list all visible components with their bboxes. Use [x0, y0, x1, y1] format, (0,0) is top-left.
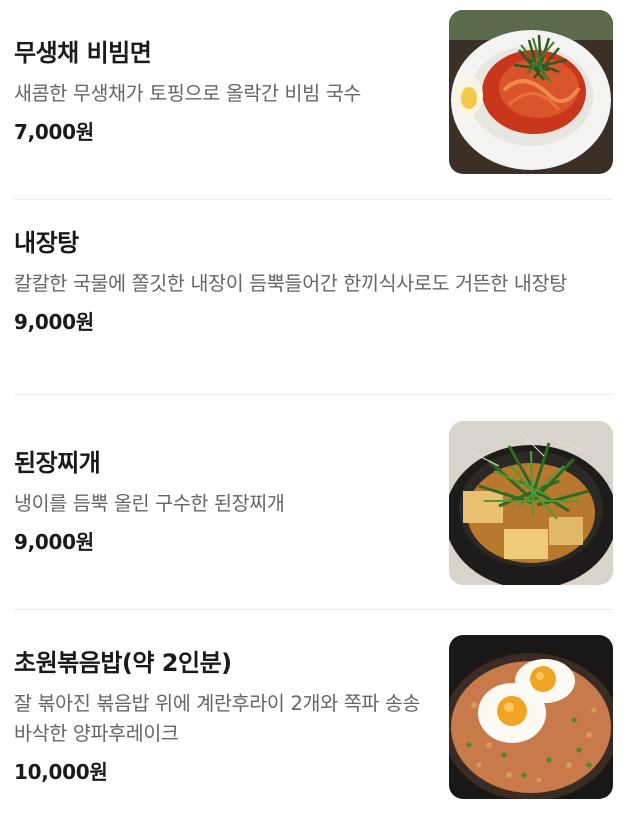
menu-item[interactable]: 초원볶음밥(약 2인분) 잘 볶아진 볶음밥 위에 계란후라이 2개와 쪽파 송… [0, 610, 637, 821]
menu-item-text: 초원볶음밥(약 2인분) 잘 볶아진 볶음밥 위에 계란후라이 2개와 쪽파 송… [14, 646, 434, 787]
menu-item-text: 내장탕 칼칼한 국물에 쫄깃한 내장이 듬뿍들어간 한끼식사로도 거뜬한 내장탕… [14, 226, 614, 337]
menu-item-name: 초원볶음밥(약 2인분) [14, 649, 232, 677]
menu-item-description: 잘 볶아진 볶음밥 위에 계란후라이 2개와 쪽파 송송 바삭한 양파후레이크 [14, 692, 421, 745]
menu-item-text: 무생채 비빔면 새콤한 무생채가 토핑으로 올락간 비빔 국수 7,000원 [14, 36, 434, 147]
menu-item-price: 7,000원 [14, 120, 94, 144]
bibim-noodles-photo[interactable] [449, 10, 613, 174]
menu-item-name: 무생채 비빔면 [14, 39, 152, 67]
fried-rice-photo[interactable] [449, 635, 613, 799]
menu-item-name: 된장찌개 [14, 449, 101, 477]
menu-item-price: 9,000원 [14, 530, 94, 554]
menu-item[interactable]: 무생채 비빔면 새콤한 무생채가 토핑으로 올락간 비빔 국수 7,000원 [0, 0, 637, 200]
menu-list: 무생채 비빔면 새콤한 무생채가 토핑으로 올락간 비빔 국수 7,000원 내… [0, 0, 637, 821]
menu-item[interactable]: 내장탕 칼칼한 국물에 쫄깃한 내장이 듬뿍들어간 한끼식사로도 거뜬한 내장탕… [0, 200, 637, 395]
menu-item-price: 10,000원 [14, 760, 108, 784]
doenjang-stew-photo[interactable] [449, 421, 613, 585]
menu-item[interactable]: 된장찌개 냉이를 듬뿍 올린 구수한 된장찌개 9,000원 [0, 395, 637, 610]
menu-item-description: 칼칼한 국물에 쫄깃한 내장이 듬뿍들어간 한끼식사로도 거뜬한 내장탕 [14, 272, 567, 295]
menu-item-description: 새콤한 무생채가 토핑으로 올락간 비빔 국수 [14, 82, 362, 105]
menu-item-name: 내장탕 [14, 229, 79, 257]
menu-item-price: 9,000원 [14, 310, 94, 334]
menu-item-text: 된장찌개 냉이를 듬뿍 올린 구수한 된장찌개 9,000원 [14, 446, 434, 557]
menu-item-description: 냉이를 듬뿍 올린 구수한 된장찌개 [14, 492, 285, 515]
